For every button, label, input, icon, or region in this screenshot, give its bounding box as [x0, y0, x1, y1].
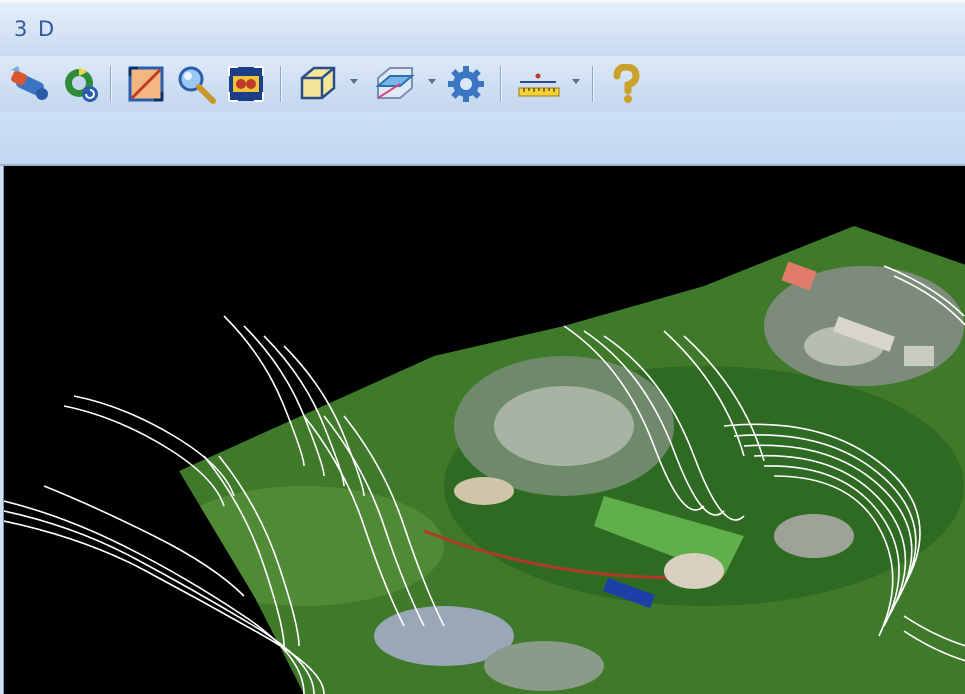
measure-ruler-icon[interactable]: [516, 64, 562, 104]
toolbar-band: [0, 112, 965, 166]
measure-dropdown-chevron-icon[interactable]: [572, 79, 580, 84]
full-extent-icon[interactable]: [226, 64, 268, 104]
toolbar-separator: [110, 66, 112, 102]
help-icon[interactable]: [608, 64, 644, 104]
slice-view-dropdown-chevron-icon[interactable]: [428, 79, 436, 84]
box-view-dropdown-chevron-icon[interactable]: [350, 79, 358, 84]
zoom-icon[interactable]: [176, 64, 218, 104]
window-titlebar: 3 D: [0, 0, 965, 56]
slice-view-icon[interactable]: [372, 64, 418, 104]
toolbar: [0, 56, 965, 112]
settings-gear-icon[interactable]: [446, 64, 486, 104]
window-title: 3 D: [14, 17, 57, 41]
3d-viewport[interactable]: [3, 166, 965, 694]
refresh-icon[interactable]: [60, 64, 102, 104]
terrain-scene: [4, 226, 965, 694]
toolbar-separator: [592, 66, 594, 102]
fly-icon[interactable]: [8, 64, 52, 104]
toolbar-separator: [280, 66, 282, 102]
fit-view-icon[interactable]: [126, 64, 168, 104]
toolbar-separator: [500, 66, 502, 102]
box-view-icon[interactable]: [296, 64, 340, 104]
